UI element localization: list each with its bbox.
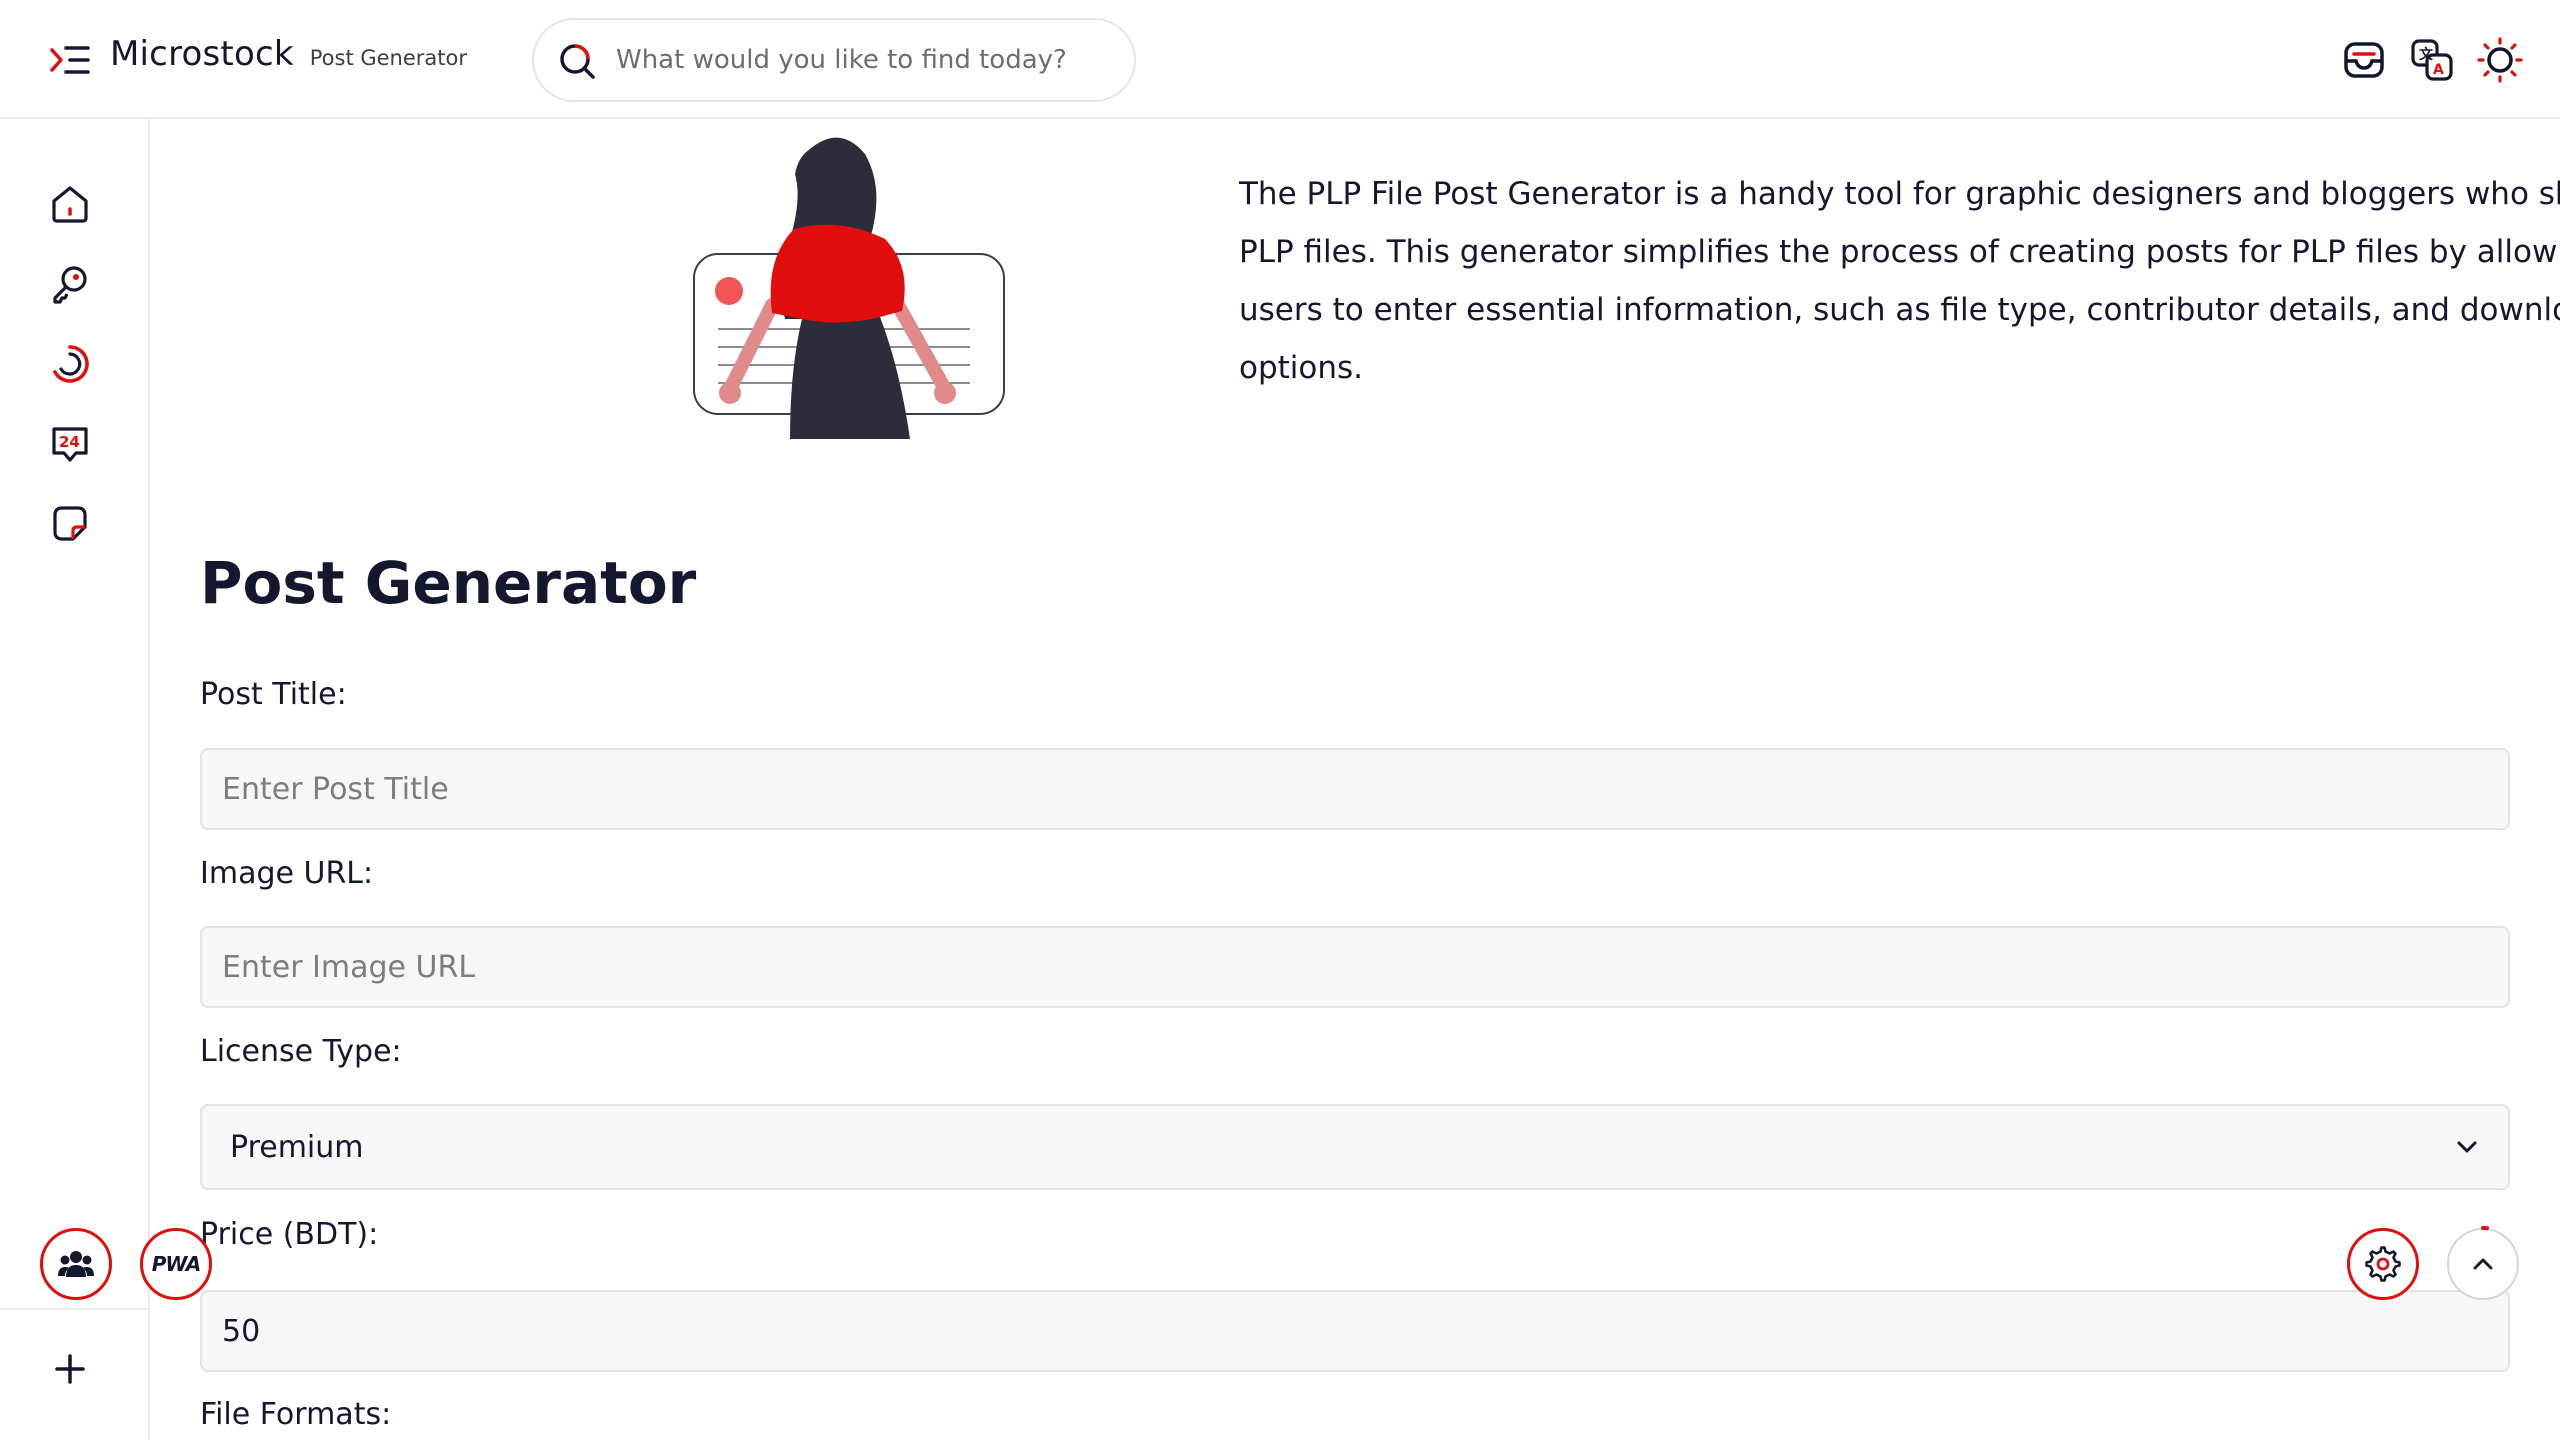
key-icon[interactable] (47, 261, 93, 307)
sun-icon[interactable] (2476, 36, 2524, 84)
inbox-icon[interactable] (2340, 36, 2388, 84)
file-formats-label: File Formats: (200, 1397, 392, 1432)
home-icon[interactable] (47, 181, 93, 227)
license-type-value: Premium (230, 1129, 364, 1165)
plus-icon[interactable] (51, 1350, 89, 1388)
scroll-progress-ring (2481, 1226, 2489, 1231)
page-title: Post Generator (200, 549, 697, 617)
license-type-label: License Type: (200, 1034, 402, 1069)
svg-text:文: 文 (2419, 46, 2434, 63)
search-icon[interactable] (556, 40, 598, 82)
post-title-input[interactable] (200, 748, 2510, 830)
license-type-select[interactable]: Premium (200, 1104, 2510, 1190)
settings-button[interactable] (2347, 1228, 2419, 1300)
price-input[interactable] (200, 1290, 2510, 1372)
support-24-icon[interactable]: 24 (47, 421, 93, 467)
top-header: Microstock Post Generator 文 A (0, 0, 2560, 119)
hero-illustration (693, 137, 1005, 439)
brand-name[interactable]: Microstock (110, 34, 294, 74)
pwa-install-button[interactable]: PWA (140, 1228, 212, 1300)
chevron-down-icon (2457, 1141, 2477, 1153)
search-input[interactable] (614, 34, 1114, 86)
translate-icon[interactable]: 文 A (2408, 36, 2456, 84)
menu-toggle-icon[interactable] (48, 42, 92, 78)
intro-text: The PLP File Post Generator is a handy t… (1239, 176, 2560, 386)
pwa-label: PWA (151, 1252, 201, 1276)
main-content: The PLP File Post Generator is a handy t… (150, 119, 2560, 1440)
post-title-label: Post Title: (200, 677, 347, 712)
image-url-label: Image URL: (200, 856, 374, 891)
note-icon[interactable] (47, 501, 93, 547)
image-url-input[interactable] (200, 926, 2510, 1008)
community-button[interactable] (40, 1228, 112, 1300)
svg-text:A: A (2433, 62, 2444, 78)
brand-subtitle: Post Generator (309, 46, 468, 70)
brand[interactable]: Microstock Post Generator (110, 34, 467, 84)
spinner-icon[interactable] (47, 341, 93, 387)
svg-text:24: 24 (59, 433, 80, 451)
gear-icon (2365, 1246, 2401, 1282)
price-label: Price (BDT): (200, 1217, 379, 1252)
search-bar[interactable] (532, 18, 1136, 102)
sidebar-divider (0, 1308, 150, 1310)
community-icon (58, 1251, 94, 1277)
scroll-top-button[interactable] (2447, 1226, 2519, 1300)
